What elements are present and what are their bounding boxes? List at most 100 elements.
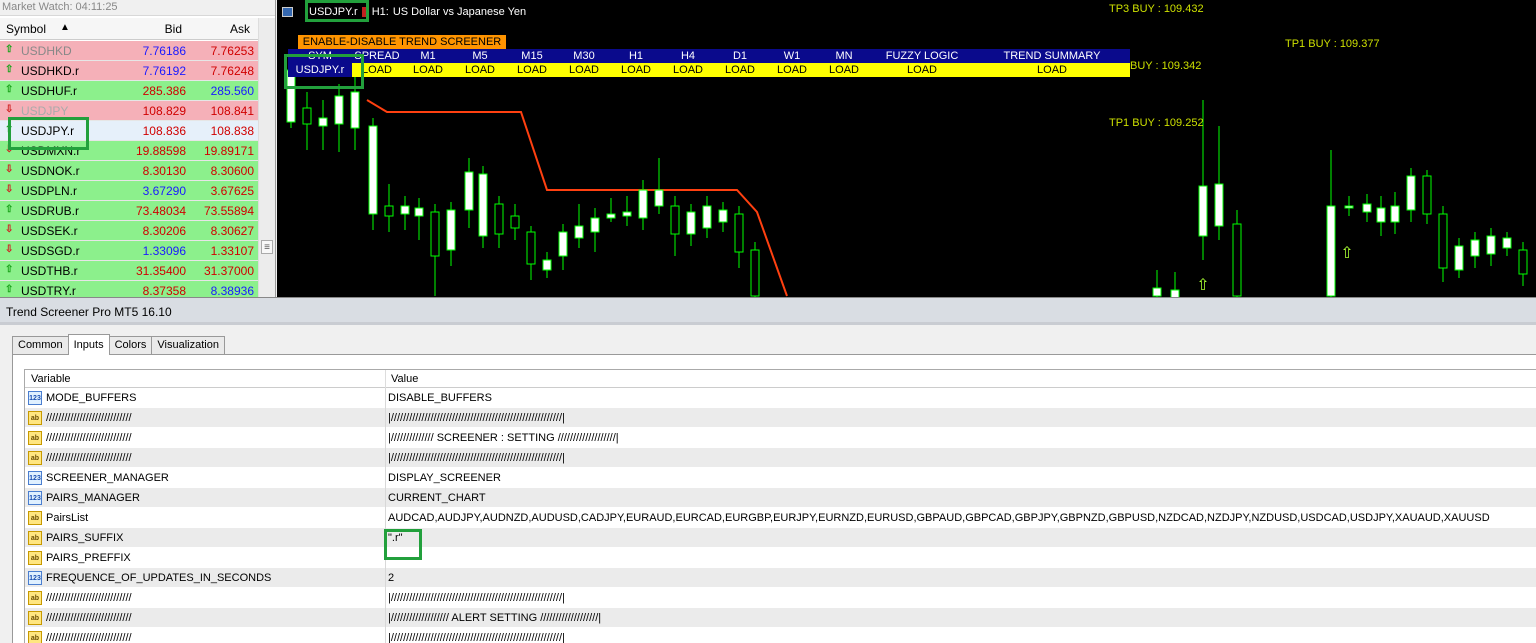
symbol-name: USDRUB.r	[21, 204, 80, 218]
tp-label: TP1 BUY : 109.377	[1285, 38, 1380, 50]
screener-load-cell[interactable]: LOAD	[506, 63, 558, 77]
col-symbol-header[interactable]: Symbol	[6, 22, 46, 36]
screener-load-cell[interactable]: LOAD	[402, 63, 454, 77]
candle-body	[1470, 239, 1480, 257]
numeric-type-icon: 123	[28, 391, 42, 405]
market-watch-list: ⇧ USDHKD 7.76186 7.76253 ⇧ USDHKD.r 7.76192 7.7…	[0, 41, 258, 297]
market-watch-row[interactable]: ⇩ USDSGD.r 1.33096 1.33107	[0, 241, 258, 261]
input-value[interactable]: DISPLAY_SCREENER	[388, 468, 501, 488]
screener-toggle-button[interactable]: ENABLE-DISABLE TREND SCREENER	[298, 35, 506, 49]
highlight-box	[305, 0, 369, 22]
arrow-up-icon: ⇧	[5, 264, 14, 275]
screener-table: SYM SPREAD M1 M5 M15 M30 H1 H4 D1 W1 MN FUZZY LOGIC…	[288, 49, 1130, 77]
arrow-down-icon: ⇩	[5, 224, 14, 235]
market-watch-header: Symbol ▲ Bid Ask	[0, 18, 258, 40]
candle-body	[1214, 183, 1224, 227]
market-watch-row[interactable]: ⇩ USDSEK.r 8.30206 8.30627	[0, 221, 258, 241]
input-value[interactable]: |///////////////////////////////////////…	[388, 628, 565, 643]
symbol-name: USDTHB.r	[21, 264, 78, 278]
input-value[interactable]: |///////////////////////////////////////…	[388, 408, 565, 428]
screener-load-cell[interactable]: LOAD	[766, 63, 818, 77]
input-row[interactable]: ab //////////////////////////// |/////////…	[25, 608, 1536, 628]
market-watch-row[interactable]: ⇧ USDRUB.r 73.48034 73.55894	[0, 201, 258, 221]
arrow-up-icon: ⇧	[5, 204, 14, 215]
screener-load-cell[interactable]: LOAD	[818, 63, 870, 77]
tab-visualization[interactable]: Visualization	[151, 336, 225, 355]
symbol-name: USDHKD	[21, 44, 72, 58]
input-row[interactable]: 123 FREQUENCE_OF_UPDATES_IN_SECONDS 2	[25, 568, 1536, 588]
input-value[interactable]: |////////////// SCREENER : SETTING /////…	[388, 428, 619, 448]
screener-load-cell[interactable]: LOAD	[610, 63, 662, 77]
screener-load-cell[interactable]: LOAD	[870, 63, 974, 77]
col-bid-header[interactable]: Bid	[165, 22, 182, 36]
input-row[interactable]: ab //////////////////////////// |/////////…	[25, 428, 1536, 448]
input-variable-name: MODE_BUFFERS	[46, 392, 137, 404]
market-watch-row[interactable]: ⇩ USDNOK.r 8.30130 8.30600	[0, 161, 258, 181]
market-watch-row[interactable]: ⇧ USDTHB.r 31.35400 31.37000	[0, 261, 258, 281]
market-watch-row[interactable]: ⇩ USDPLN.r 3.67290 3.67625	[0, 181, 258, 201]
input-variable-name: ////////////////////////////	[46, 412, 132, 424]
market-watch-row[interactable]: ⇧ USDHKD.r 7.76192 7.76248	[0, 61, 258, 81]
bid-price: 31.35400	[135, 264, 186, 278]
screener-load-cell[interactable]: LOAD	[714, 63, 766, 77]
screener-header-cell: MN	[818, 49, 870, 63]
input-value[interactable]: AUDCAD,AUDJPY,AUDNZD,AUDUSD,CADJPY,EURAU…	[388, 508, 1490, 528]
screener-load-cell[interactable]: LOAD	[662, 63, 714, 77]
candle-body	[1170, 289, 1180, 297]
candle-body	[702, 205, 712, 229]
chart-window[interactable]: ⇧ ⇧ USDJPY.r H1: US Dollar vs Japanese Ye…	[277, 0, 1536, 297]
col-ask-header[interactable]: Ask	[230, 22, 250, 36]
input-row[interactable]: ab PAIRS_PREFFIX	[25, 548, 1536, 568]
screener-load-cell[interactable]: LOAD	[974, 63, 1130, 77]
screener-load-cell[interactable]: LOAD	[558, 63, 610, 77]
market-watch-row[interactable]: ⇧ USDHUF.r 285.386 285.560	[0, 81, 258, 101]
input-value[interactable]: DISABLE_BUFFERS	[388, 388, 492, 408]
dialog-title: Trend Screener Pro MT5 16.10	[0, 298, 1536, 325]
input-value[interactable]: 2	[388, 568, 394, 588]
candle-body	[478, 173, 488, 237]
arrow-down-icon: ⇩	[5, 164, 14, 175]
candle-body	[1152, 287, 1162, 297]
input-value[interactable]: |///////////////////////////////////////…	[388, 588, 565, 608]
input-row[interactable]: 123 PAIRS_MANAGER CURRENT_CHART	[25, 488, 1536, 508]
input-row[interactable]: ab PAIRS_SUFFIX ".r"	[25, 528, 1536, 548]
ask-price: 108.838	[210, 124, 254, 138]
highlight-box	[384, 529, 422, 560]
input-value[interactable]: |/////////////////// ALERT SETTING /////…	[388, 608, 601, 628]
input-variable-name: PAIRS_PREFFIX	[46, 552, 131, 564]
market-watch-scrollbar[interactable]: ≡	[258, 18, 275, 297]
ask-price: 8.30600	[210, 164, 254, 178]
screener-load-cell[interactable]: LOAD	[454, 63, 506, 77]
string-type-icon: ab	[28, 611, 42, 625]
chart-window-icon	[282, 7, 293, 17]
ask-price: 285.560	[210, 84, 254, 98]
tab-colors[interactable]: Colors	[108, 336, 153, 355]
col-variable-header[interactable]: Variable	[31, 370, 71, 388]
sort-asc-icon[interactable]: ▲	[60, 22, 70, 33]
input-row[interactable]: ab //////////////////////////// |/////////…	[25, 408, 1536, 428]
candle-body	[1422, 175, 1432, 215]
numeric-type-icon: 123	[28, 471, 42, 485]
inputs-grid-header: Variable Value	[25, 370, 1536, 388]
input-value[interactable]: CURRENT_CHART	[388, 488, 486, 508]
bid-price: 8.30130	[142, 164, 186, 178]
input-row[interactable]: ab //////////////////////////// |/////////…	[25, 588, 1536, 608]
candle-body	[494, 203, 504, 235]
input-row[interactable]: 123 MODE_BUFFERS DISABLE_BUFFERS	[25, 388, 1536, 408]
input-value[interactable]: |///////////////////////////////////////…	[388, 448, 565, 468]
candle-body	[414, 207, 424, 217]
string-type-icon: ab	[28, 431, 42, 445]
candle-body	[526, 231, 536, 265]
market-watch-row[interactable]: ⇧ USDHKD 7.76186 7.76253	[0, 41, 258, 61]
col-value-header[interactable]: Value	[391, 370, 418, 388]
tab-common[interactable]: Common	[12, 336, 69, 355]
scroll-grip-icon[interactable]: ≡	[261, 240, 273, 254]
input-row[interactable]: ab //////////////////////////// |/////////…	[25, 448, 1536, 468]
bid-price: 1.33096	[142, 244, 186, 258]
input-row[interactable]: ab PairsList AUDCAD,AUDJPY,AUDNZD,AUDUSD,C…	[25, 508, 1536, 528]
market-watch-row[interactable]: ⇧ USDTRY.r 8.37358 8.38936	[0, 281, 258, 297]
input-row[interactable]: 123 SCREENER_MANAGER DISPLAY_SCREENER	[25, 468, 1536, 488]
candle-body	[464, 171, 474, 211]
input-row[interactable]: ab //////////////////////////// |/////////…	[25, 628, 1536, 643]
tab-inputs[interactable]: Inputs	[67, 334, 110, 355]
